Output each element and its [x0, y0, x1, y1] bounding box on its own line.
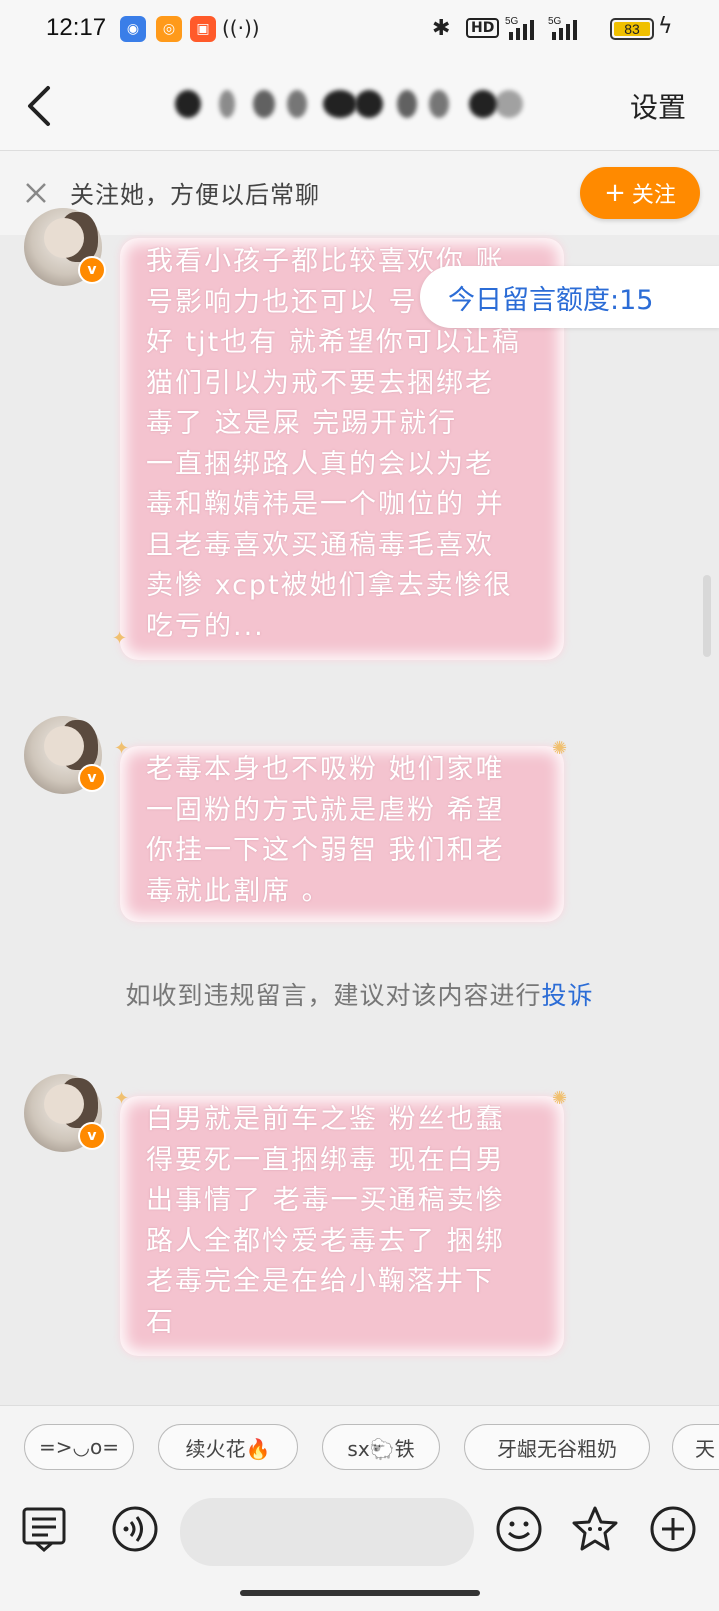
message-line: 吃亏的...	[146, 610, 265, 642]
message-bubble[interactable]: 老毒本身也不吸粉 她们家唯 一固粉的方式就是虐粉 希望 你挂一下这个弱智 我们和…	[120, 746, 564, 922]
follow-hint-text: 关注她，方便以后常聊	[70, 181, 320, 209]
verified-badge-icon: v	[78, 1122, 106, 1150]
status-time: 12:17	[46, 14, 107, 41]
message-line: 你挂一下这个弱智 我们和老	[146, 835, 505, 866]
message-line: 老毒本身也不吸粉 她们家唯	[146, 754, 505, 785]
svg-text:5G: 5G	[505, 16, 519, 27]
sparkle-icon: ✺	[552, 1088, 568, 1109]
message-line: 石	[146, 1306, 175, 1338]
hd-icon: HD	[466, 18, 500, 38]
message-line: 猫们引以为戒不要去捆绑老	[146, 367, 494, 399]
quick-reply-chip[interactable]: 牙龈无谷粗奶	[464, 1424, 650, 1470]
verified-badge-icon: v	[78, 764, 106, 792]
message-line: 卖惨 xcpt被她们拿去卖惨很	[146, 570, 513, 601]
signal-icon: 5G	[548, 14, 582, 42]
charging-icon: ϟ	[658, 14, 673, 39]
avatar[interactable]: v	[24, 1074, 106, 1152]
home-indicator[interactable]	[240, 1590, 480, 1596]
message-line: 白男就是前车之鉴 粉丝也蠢	[146, 1104, 505, 1135]
baidu-icon: ◉	[120, 16, 146, 42]
avatar[interactable]: v	[24, 208, 106, 286]
app-icon: ▣	[190, 16, 216, 42]
message-input[interactable]	[180, 1498, 474, 1566]
sparkle-icon: ✦	[114, 738, 130, 759]
quick-reply-chip[interactable]: sx🐑铁	[322, 1424, 440, 1470]
signal-icon: 5G	[505, 14, 539, 42]
report-notice: 如收到违规留言，建议对该内容进行投诉	[0, 976, 719, 1012]
svg-text:5G: 5G	[548, 16, 562, 27]
message-list-icon[interactable]	[20, 1504, 70, 1554]
message-bubble[interactable]: 白男就是前车之鉴 粉丝也蠢 得要死一直捆绑毒 现在白男 出事情了 老毒一买通稿卖…	[120, 1096, 564, 1356]
message-line: 毒就此割席 。	[146, 875, 331, 907]
quick-reply-chip[interactable]: =>◡o=	[24, 1424, 134, 1470]
hotspot-icon: ((·))	[222, 16, 260, 40]
close-icon[interactable]	[22, 179, 50, 207]
message-line: 毒了 这是屎 完踢开就行	[146, 408, 458, 439]
quick-reply-chip[interactable]: 天	[672, 1424, 719, 1470]
back-button[interactable]	[20, 82, 60, 130]
battery-level: 83	[624, 21, 640, 37]
status-bar: 12:17 ◉ ◎ ▣ ((·)) ✱ HD 5G 5G 83 ϟ	[0, 0, 719, 62]
follow-button-label: 关注	[631, 183, 676, 208]
chevron-left-icon	[28, 86, 50, 126]
message-line: 得要死一直捆绑毒 现在白男	[146, 1144, 505, 1176]
blurred-username	[175, 82, 545, 126]
plus-icon: +	[604, 178, 626, 208]
message-line: 出事情了 老毒一买通稿卖惨	[146, 1185, 505, 1216]
voice-icon[interactable]	[110, 1504, 160, 1554]
message-line: 好 tjt也有 就希望你可以让稿	[146, 327, 521, 358]
message-line: 一固粉的方式就是虐粉 希望	[146, 794, 505, 826]
chat-header: 设置	[0, 62, 719, 151]
report-notice-text: 如收到违规留言，建议对该内容进行	[125, 981, 542, 1010]
message-line: 老毒完全是在给小鞠落井下	[146, 1266, 494, 1297]
follow-suggestion-bar: 关注她，方便以后常聊 + 关注	[0, 151, 719, 235]
message-line: 且老毒喜欢买通稿毒毛喜欢	[146, 529, 494, 561]
scrollbar[interactable]	[703, 575, 711, 657]
sparkle-icon: ✦	[112, 628, 128, 649]
sparkle-icon: ✺	[552, 738, 568, 759]
avatar[interactable]: v	[24, 716, 106, 794]
message-line: 一直捆绑路人真的会以为老	[146, 448, 494, 480]
sticker-icon[interactable]	[570, 1504, 620, 1554]
report-link[interactable]: 投诉	[542, 981, 594, 1010]
follow-button[interactable]: + 关注	[580, 167, 700, 219]
daily-quota-pill: 今日留言额度:15	[420, 266, 719, 328]
battery-icon: 83	[610, 18, 654, 40]
settings-button[interactable]: 设置	[630, 86, 686, 126]
quick-reply-bar: =>◡o= 续火花🔥 sx🐑铁 牙龈无谷粗奶 天	[0, 1405, 719, 1486]
message-line: 路人全都怜爱老毒去了 捆绑	[146, 1225, 505, 1257]
emoji-icon[interactable]	[494, 1504, 544, 1554]
quick-reply-chip[interactable]: 续火花🔥	[158, 1424, 298, 1470]
add-icon[interactable]	[648, 1504, 698, 1554]
message-line: 毒和鞠婧祎是一个咖位的 并	[146, 489, 505, 520]
bluetooth-icon: ✱	[432, 16, 451, 41]
weibo-icon: ◎	[156, 16, 182, 42]
sparkle-icon: ✦	[114, 1088, 130, 1109]
verified-badge-icon: v	[78, 256, 106, 284]
